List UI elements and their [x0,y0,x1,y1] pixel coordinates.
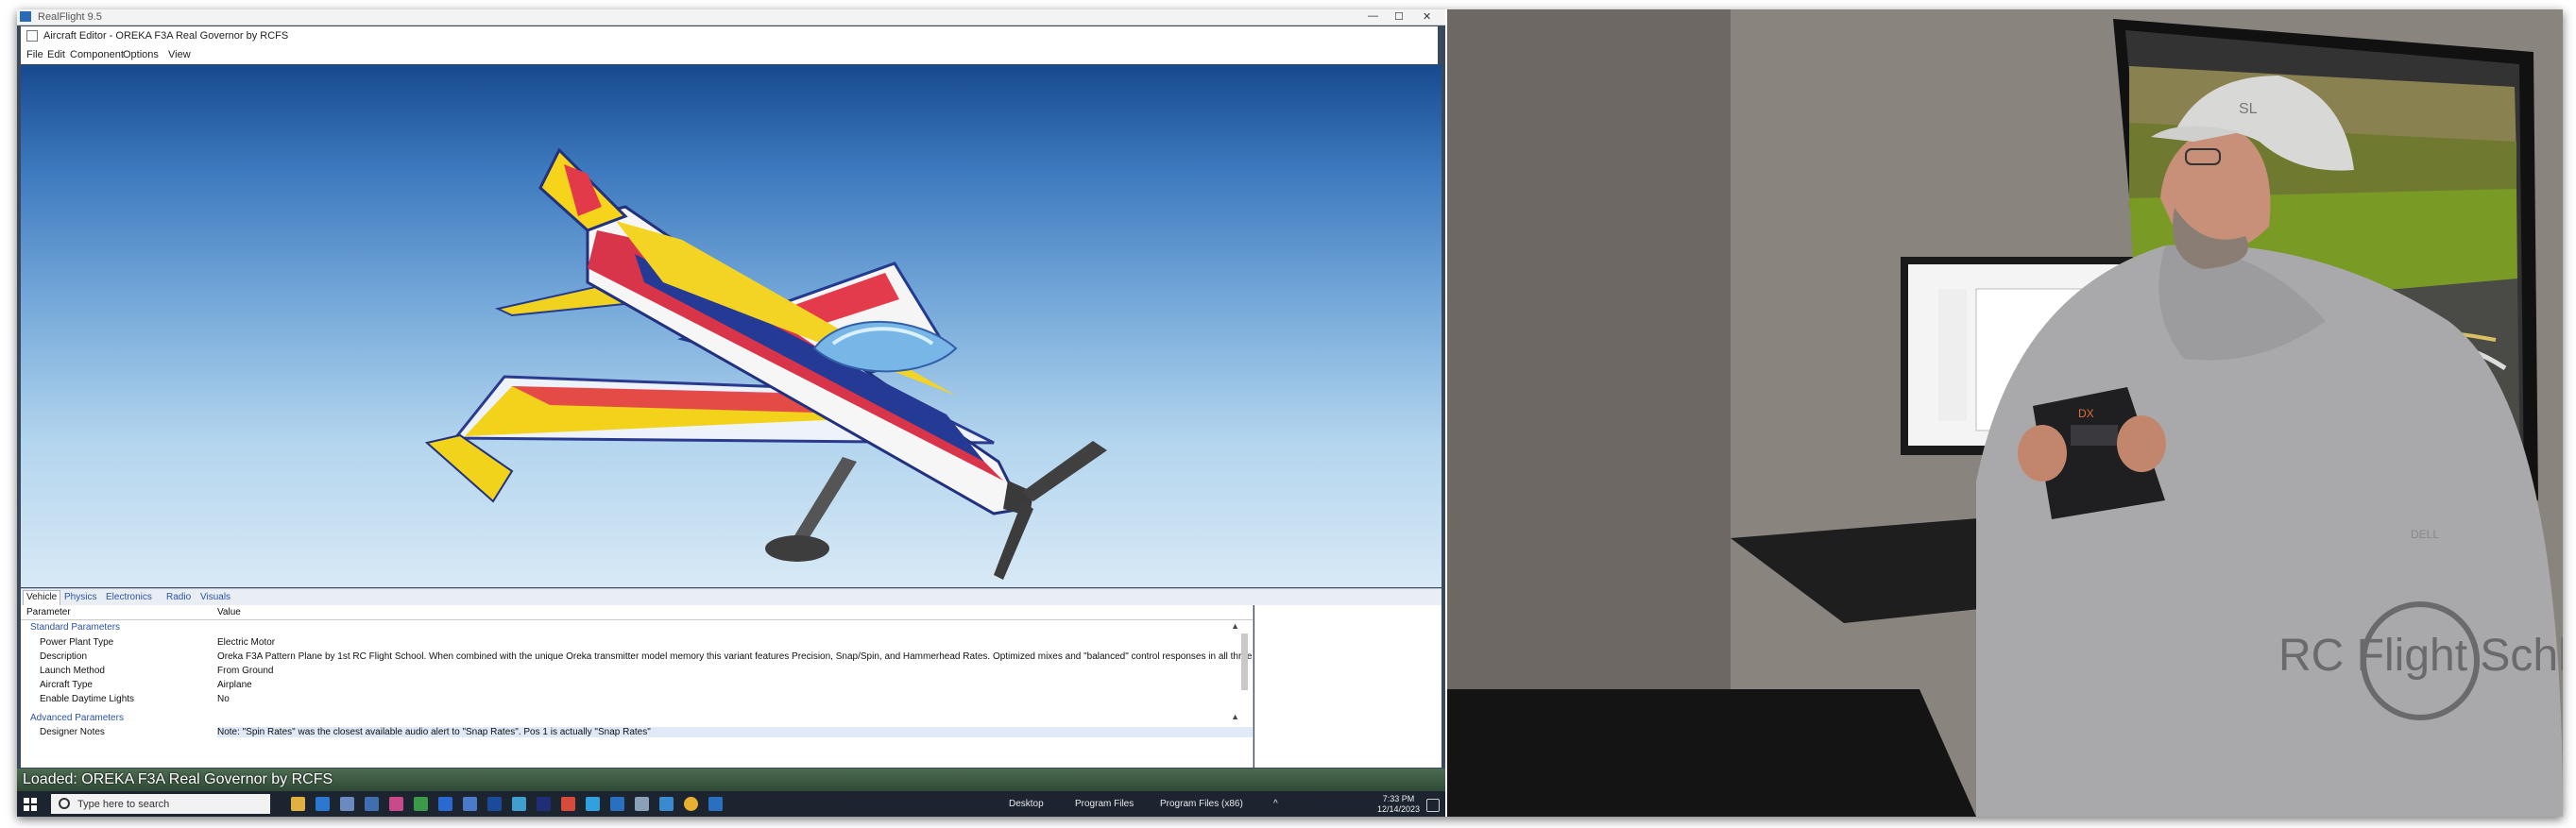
photoshop-icon[interactable] [537,797,551,811]
table-row[interactable]: Power Plant Type Electric Motor [21,635,1253,650]
section-advanced-parameters[interactable]: Advanced Parameters ▲ [21,711,1253,725]
editor-title: Aircraft Editor - OREKA F3A Real Governo… [43,30,289,42]
menu-bar: File Edit Component Options View [21,45,1438,64]
parameter-tabs: Vehicle Physics Electronics Radio Visual… [21,588,1442,605]
app-icon[interactable] [659,797,674,811]
collapse-icon[interactable]: ▲ [1231,621,1239,631]
monitor-brand-text: DELL [2411,528,2439,541]
param-value: Electric Motor [217,637,276,648]
properties-side-pane [1254,605,1442,768]
status-bar: Loaded: OREKA F3A Real Governor by RCFS [17,769,1445,791]
app-icon[interactable] [340,797,354,811]
app-title: RealFlight 9.5 [38,11,102,23]
section-label: Advanced Parameters [30,713,124,723]
clock-time: 7:33 PM [1382,794,1415,803]
table-row[interactable]: Description Oreka F3A Pattern Plane by 1… [21,650,1253,664]
param-value: Airplane [217,680,252,690]
section-standard-parameters[interactable]: Standard Parameters ▲ [21,620,1253,634]
tab-electronics[interactable]: Electronics [106,592,152,602]
param-name: Launch Method [40,666,105,676]
windows-start-icon[interactable] [24,798,37,811]
taskbar-folder-program-files-x86[interactable]: Program Files (x86) [1160,799,1243,809]
app-icon[interactable] [561,797,575,811]
app-icon[interactable] [586,797,600,811]
mail-icon[interactable] [316,797,330,811]
app-icon[interactable] [487,797,502,811]
realflight-logo-icon [20,11,31,22]
windows-taskbar: Type here to search Desktop Program File… [17,791,1445,817]
aircraft-3d-viewport[interactable] [21,65,1442,587]
taskbar-folder-program-files[interactable]: Program Files [1075,799,1134,809]
table-row[interactable]: Launch Method From Ground [21,664,1253,678]
chrome-icon[interactable] [684,797,698,811]
search-icon [59,798,70,809]
tab-vehicle[interactable]: Vehicle [23,590,61,605]
menu-edit[interactable]: Edit [47,49,65,60]
param-name: Power Plant Type [40,637,114,648]
param-name: Enable Daytime Lights [40,694,135,704]
file-explorer-icon[interactable] [291,797,305,811]
tab-radio[interactable]: Radio [166,592,191,602]
status-loaded-text: Loaded: OREKA F3A Real Governor by RCFS [23,771,333,787]
minimize-icon[interactable]: — [1368,10,1378,22]
transmitter-logo: DX [2078,407,2094,420]
realflight-taskbar-icon[interactable] [610,797,624,811]
realflight-taskbar-icon[interactable] [708,797,723,811]
taskbar-clock[interactable]: 7:33 PM 12/14/2023 [1377,794,1420,815]
param-name: Aircraft Type [40,680,93,690]
maximize-icon[interactable]: ☐ [1394,10,1404,23]
app-icon[interactable] [365,797,379,811]
app-icon[interactable] [463,797,477,811]
taskbar-folder-desktop[interactable]: Desktop [1009,799,1044,809]
app-icon[interactable] [414,797,428,811]
aircraft-render [424,147,1107,580]
section-label: Standard Parameters [30,622,121,633]
grid-scrollbar[interactable] [1241,634,1248,690]
app-icon[interactable] [635,797,649,811]
editor-window-icon [26,30,38,42]
app-icon[interactable] [389,797,403,811]
collapse-icon[interactable]: ▲ [1231,712,1239,721]
close-icon[interactable]: ✕ [1423,10,1431,23]
tab-physics[interactable]: Physics [64,592,96,602]
param-name: Description [40,651,88,662]
menu-component[interactable]: Component [70,49,124,60]
tab-visuals[interactable]: Visuals [200,592,230,602]
menu-file[interactable]: File [26,49,43,60]
table-row[interactable]: Aircraft Type Airplane [21,678,1253,692]
shirt-logo-text: RC Flight Schl [2278,631,2563,681]
param-value: No [217,694,230,704]
notifications-icon[interactable] [1426,799,1440,812]
param-value: From Ground [217,666,274,676]
parameter-grid: Parameter Value Standard Parameters ▲ Po… [21,605,1254,768]
photo-illustration: SL DX RC Flight Schl DELL [1447,9,2563,817]
realflight-screenshot: RealFlight 9.5 — ☐ ✕ Aircraft Editor - O… [17,9,1445,817]
param-column-header: Parameter [26,607,71,617]
app-icon[interactable] [512,797,526,811]
editor-title-bar: Aircraft Editor - OREKA F3A Real Governo… [21,26,1438,45]
taskbar-search-input[interactable]: Type here to search [51,794,270,814]
param-value: Oreka F3A Pattern Plane by 1st RC Flight… [217,651,1254,662]
oreka-f3a-aircraft-model [424,147,1107,580]
param-name: Designer Notes [40,727,105,737]
clock-date: 12/14/2023 [1377,804,1421,814]
table-row[interactable]: Enable Daytime Lights No [21,692,1253,706]
hat-logo-text: SL [2239,101,2258,117]
app-icon[interactable] [438,797,452,811]
menu-view[interactable]: View [168,49,191,60]
composite-image: RealFlight 9.5 — ☐ ✕ Aircraft Editor - O… [17,9,2563,817]
table-row[interactable]: Designer Notes Note: "Spin Rates" was th… [21,725,1253,739]
app-title-bar: RealFlight 9.5 — ☐ ✕ [17,9,1445,25]
param-value: Note: "Spin Rates" was the closest avail… [217,727,1253,737]
pilot-photo: SL DX RC Flight Schl DELL [1447,9,2563,817]
search-placeholder: Type here to search [77,799,170,810]
menu-options[interactable]: Options [123,49,159,60]
grid-header: Parameter Value [21,605,1253,620]
chevron-up-icon[interactable]: ^ [1273,799,1278,809]
value-column-header: Value [217,607,241,617]
